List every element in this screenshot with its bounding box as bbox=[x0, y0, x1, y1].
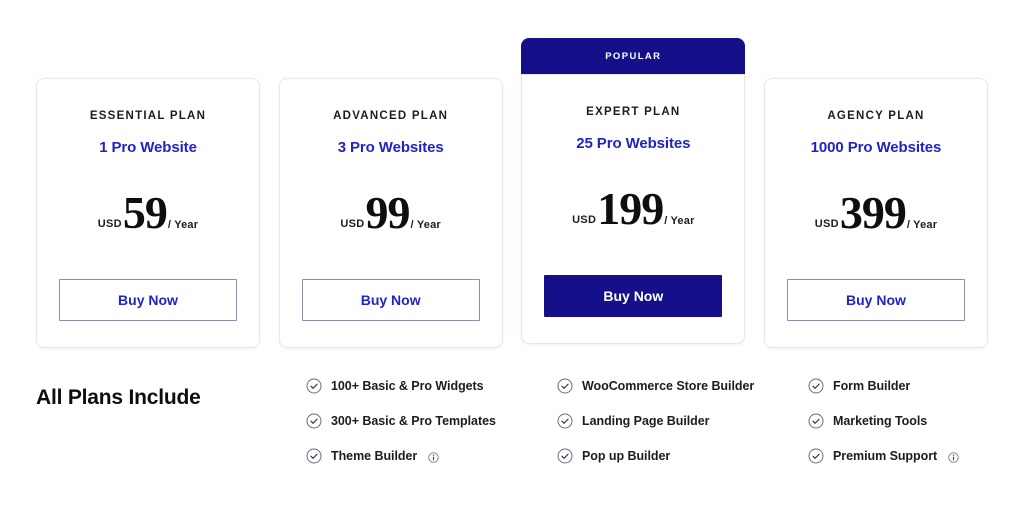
check-circle-icon bbox=[557, 448, 573, 464]
check-circle-icon bbox=[808, 413, 824, 429]
section-title: All Plans Include bbox=[36, 386, 201, 409]
feature-label: Theme Builder bbox=[331, 449, 418, 463]
feature-column-3: Form Builder Marketing Tools Premium Sup… bbox=[808, 378, 1008, 464]
price-amount: 399 bbox=[839, 187, 907, 238]
feature-label: 300+ Basic & Pro Templates bbox=[331, 414, 496, 428]
plan-card-essential: ESSENTIAL PLAN 1 Pro Website USD 59 / Ye… bbox=[36, 38, 260, 348]
feature-item: WooCommerce Store Builder bbox=[557, 378, 808, 394]
check-circle-icon bbox=[808, 378, 824, 394]
plan-card-body: ADVANCED PLAN 3 Pro Websites USD 99 / Ye… bbox=[278, 78, 503, 348]
feature-item: Form Builder bbox=[808, 378, 1008, 394]
all-plans-include-section: All Plans Include 100+ Basic & Pro Widge… bbox=[36, 378, 988, 464]
price-amount: 99 bbox=[365, 187, 411, 238]
price-period: / Year bbox=[410, 219, 441, 231]
buy-now-button[interactable]: Buy Now bbox=[301, 279, 480, 321]
plan-card-body: EXPERT PLAN 25 Pro Websites USD 199 / Ye… bbox=[521, 74, 746, 344]
popular-badge: POPULAR bbox=[521, 38, 746, 74]
feature-column-1: 100+ Basic & Pro Widgets 300+ Basic & Pr… bbox=[306, 378, 557, 464]
check-circle-icon bbox=[557, 413, 573, 429]
plan-name: AGENCY PLAN bbox=[827, 110, 925, 122]
price-currency: USD bbox=[97, 218, 122, 230]
plan-sites-count: 1 Pro Website bbox=[99, 139, 197, 156]
plan-sites-count: 25 Pro Websites bbox=[576, 135, 691, 152]
buy-now-button[interactable]: Buy Now bbox=[59, 279, 237, 321]
feature-label: Landing Page Builder bbox=[582, 414, 710, 428]
plan-card-body: AGENCY PLAN 1000 Pro Websites USD 399 / … bbox=[763, 78, 988, 348]
check-circle-icon bbox=[557, 378, 573, 394]
plan-sites-count: 1000 Pro Websites bbox=[810, 139, 942, 156]
plan-sites-count: 3 Pro Websites bbox=[337, 139, 444, 156]
feature-label: Marketing Tools bbox=[833, 414, 928, 428]
feature-item: Theme Builder bbox=[306, 448, 557, 464]
check-circle-icon bbox=[306, 448, 322, 464]
feature-item: 100+ Basic & Pro Widgets bbox=[306, 378, 557, 394]
price-period: / Year bbox=[664, 215, 695, 227]
price-currency: USD bbox=[340, 218, 365, 230]
feature-item: Premium Support bbox=[808, 448, 1008, 464]
pricing-page: ESSENTIAL PLAN 1 Pro Website USD 59 / Ye… bbox=[0, 0, 1024, 505]
plan-card-agency: AGENCY PLAN 1000 Pro Websites USD 399 / … bbox=[763, 38, 988, 348]
feature-label: Form Builder bbox=[833, 379, 911, 393]
plan-name: EXPERT PLAN bbox=[586, 106, 681, 118]
feature-label: Premium Support bbox=[833, 449, 938, 463]
feature-columns: 100+ Basic & Pro Widgets 300+ Basic & Pr… bbox=[306, 378, 1008, 464]
plan-card-body: ESSENTIAL PLAN 1 Pro Website USD 59 / Ye… bbox=[36, 78, 260, 348]
pricing-plans-row: ESSENTIAL PLAN 1 Pro Website USD 59 / Ye… bbox=[36, 38, 988, 348]
plan-card-advanced: ADVANCED PLAN 3 Pro Websites USD 99 / Ye… bbox=[278, 38, 503, 348]
plan-price: USD 99 / Year bbox=[302, 187, 480, 238]
feature-label: Pop up Builder bbox=[582, 449, 671, 463]
price-period: / Year bbox=[906, 219, 938, 231]
plan-price: USD 59 / Year bbox=[59, 187, 237, 238]
price-period: / Year bbox=[167, 219, 199, 231]
feature-label: 100+ Basic & Pro Widgets bbox=[331, 379, 484, 393]
feature-column-2: WooCommerce Store Builder Landing Page B… bbox=[557, 378, 808, 464]
plan-card-expert: POPULAR EXPERT PLAN 25 Pro Websites USD … bbox=[521, 38, 746, 344]
plan-price: USD 199 / Year bbox=[544, 183, 722, 234]
check-circle-icon bbox=[808, 448, 824, 464]
price-currency: USD bbox=[814, 218, 839, 230]
info-circle-icon[interactable] bbox=[428, 451, 439, 463]
feature-item: Landing Page Builder bbox=[557, 413, 808, 429]
buy-now-button[interactable]: Buy Now bbox=[786, 279, 965, 321]
feature-label: WooCommerce Store Builder bbox=[582, 379, 755, 393]
feature-item: Marketing Tools bbox=[808, 413, 1008, 429]
price-currency: USD bbox=[572, 214, 597, 226]
check-circle-icon bbox=[306, 413, 322, 429]
price-amount: 59 bbox=[122, 187, 168, 238]
info-circle-icon[interactable] bbox=[948, 451, 959, 463]
price-amount: 199 bbox=[597, 183, 664, 234]
plan-name: ADVANCED PLAN bbox=[333, 110, 449, 122]
check-circle-icon bbox=[306, 378, 322, 394]
feature-item: 300+ Basic & Pro Templates bbox=[306, 413, 557, 429]
feature-item: Pop up Builder bbox=[557, 448, 808, 464]
plan-name: ESSENTIAL PLAN bbox=[89, 110, 207, 122]
plan-price: USD 399 / Year bbox=[787, 187, 965, 238]
buy-now-button[interactable]: Buy Now bbox=[544, 275, 723, 317]
